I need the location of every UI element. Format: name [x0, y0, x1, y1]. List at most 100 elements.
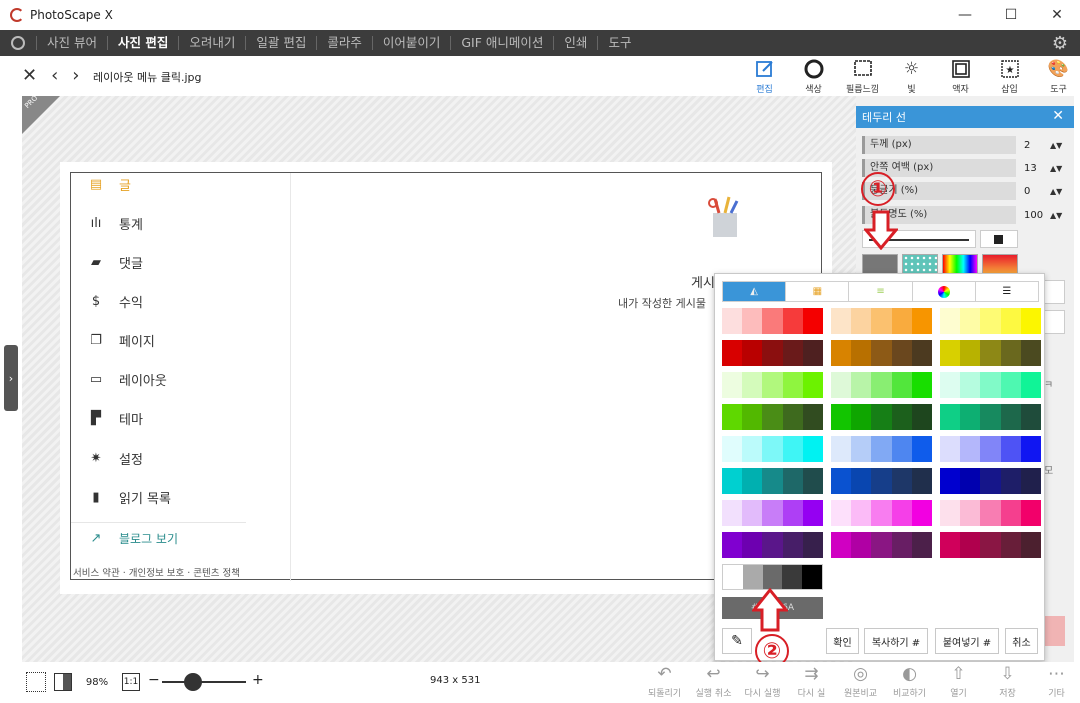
- redo-button[interactable]: ↪ 다시 실행: [738, 664, 787, 699]
- color-swatch[interactable]: [802, 340, 824, 366]
- color-swatch[interactable]: [722, 340, 743, 366]
- thickness-stepper[interactable]: ▲▼: [1050, 141, 1062, 150]
- color-swatch[interactable]: [831, 436, 852, 462]
- color-swatch[interactable]: [871, 340, 892, 366]
- color-swatch[interactable]: [851, 340, 872, 366]
- color-swatch[interactable]: [960, 308, 981, 334]
- color-swatch[interactable]: [1020, 404, 1042, 430]
- close-panel-icon[interactable]: ✕: [1052, 108, 1064, 124]
- color-swatch[interactable]: [782, 404, 803, 430]
- color-swatch[interactable]: [762, 340, 783, 366]
- color-swatch[interactable]: [1020, 532, 1042, 558]
- color-swatch[interactable]: [722, 500, 743, 526]
- close-icon[interactable]: ✕: [22, 66, 37, 86]
- opacity-value[interactable]: 100: [1024, 210, 1046, 221]
- menu-tools[interactable]: 도구: [597, 36, 641, 50]
- ok-button[interactable]: 확인: [826, 628, 859, 654]
- gray-swatch[interactable]: [782, 565, 803, 589]
- color-swatch[interactable]: [960, 500, 981, 526]
- color-swatch[interactable]: [782, 500, 803, 526]
- paste-hex-button[interactable]: 붙여넣기 #: [935, 628, 999, 654]
- tool-edit[interactable]: 편집: [740, 58, 789, 95]
- color-swatch[interactable]: [742, 468, 763, 494]
- color-swatch[interactable]: [762, 372, 783, 398]
- color-swatch[interactable]: [940, 340, 961, 366]
- tool-tools[interactable]: 🎨 도구: [1034, 58, 1080, 95]
- menu-photo-edit[interactable]: 사진 편집: [106, 36, 178, 50]
- color-swatch[interactable]: [802, 372, 824, 398]
- color-swatch[interactable]: [831, 500, 852, 526]
- tab-palette[interactable]: ◭: [723, 282, 787, 301]
- color-swatch[interactable]: [1020, 340, 1042, 366]
- color-swatch[interactable]: [831, 308, 852, 334]
- color-swatch[interactable]: [891, 436, 912, 462]
- compare-original-button[interactable]: ◎ 원본비교: [836, 664, 885, 699]
- color-swatch[interactable]: [802, 404, 824, 430]
- color-swatch[interactable]: [960, 532, 981, 558]
- revert-button[interactable]: ↶ 되돌리기: [640, 664, 689, 699]
- color-swatch[interactable]: [742, 372, 763, 398]
- color-swatch[interactable]: [871, 404, 892, 430]
- color-swatch[interactable]: [831, 532, 852, 558]
- color-swatch[interactable]: [940, 468, 961, 494]
- color-swatch[interactable]: [831, 468, 852, 494]
- color-swatch[interactable]: [940, 500, 961, 526]
- color-swatch[interactable]: [742, 532, 763, 558]
- color-swatch[interactable]: [980, 436, 1001, 462]
- color-swatch[interactable]: [871, 436, 892, 462]
- color-swatch[interactable]: [960, 468, 981, 494]
- color-swatch[interactable]: [911, 308, 933, 334]
- color-swatch[interactable]: [911, 436, 933, 462]
- color-swatch[interactable]: [782, 436, 803, 462]
- thickness-value[interactable]: 2: [1024, 140, 1046, 151]
- color-swatch[interactable]: [782, 468, 803, 494]
- color-swatch[interactable]: [851, 468, 872, 494]
- menu-collage[interactable]: 콜라주: [316, 36, 372, 50]
- color-swatch[interactable]: [911, 500, 933, 526]
- menu-photo-viewer[interactable]: 사진 뷰어: [36, 36, 107, 50]
- color-swatch[interactable]: [871, 500, 892, 526]
- color-swatch[interactable]: [980, 308, 1001, 334]
- copy-hex-button[interactable]: 복사하기 #: [864, 628, 928, 654]
- color-swatch[interactable]: [742, 404, 763, 430]
- tool-light[interactable]: ☼ 빛: [887, 58, 936, 95]
- color-swatch[interactable]: [851, 532, 872, 558]
- color-swatch[interactable]: [782, 372, 803, 398]
- color-swatch[interactable]: [871, 532, 892, 558]
- tool-insert[interactable]: ★ 삽입: [985, 58, 1034, 95]
- close-window-button[interactable]: ✕: [1034, 0, 1080, 30]
- gray-swatch[interactable]: [802, 565, 822, 589]
- menu-cut-out[interactable]: 오려내기: [178, 36, 245, 50]
- color-swatch[interactable]: [742, 340, 763, 366]
- open-button[interactable]: ⇧ 열기: [934, 664, 983, 699]
- color-swatch[interactable]: [722, 372, 743, 398]
- color-swatch[interactable]: [1000, 468, 1021, 494]
- color-swatch[interactable]: [911, 404, 933, 430]
- color-swatch[interactable]: [782, 532, 803, 558]
- menu-batch-edit[interactable]: 일괄 편집: [245, 36, 316, 50]
- save-button[interactable]: ⇩ 저장: [983, 664, 1032, 699]
- tab-gradient[interactable]: ≡: [849, 282, 913, 301]
- menu-gif[interactable]: GIF 애니메이션: [450, 36, 553, 50]
- eyedropper-button[interactable]: ✎: [722, 628, 752, 654]
- color-swatch[interactable]: [851, 404, 872, 430]
- color-swatch[interactable]: [762, 308, 783, 334]
- color-swatch[interactable]: [1000, 500, 1021, 526]
- color-swatch[interactable]: [940, 404, 961, 430]
- color-swatch[interactable]: [722, 404, 743, 430]
- color-swatch[interactable]: [722, 308, 743, 334]
- color-swatch[interactable]: [722, 532, 743, 558]
- color-swatch[interactable]: [960, 372, 981, 398]
- color-swatch[interactable]: [802, 500, 824, 526]
- zoom-in-icon[interactable]: +: [252, 672, 264, 688]
- tab-swatches[interactable]: ▦: [786, 282, 850, 301]
- opacity-stepper[interactable]: ▲▼: [1050, 211, 1062, 220]
- color-swatch[interactable]: [980, 340, 1001, 366]
- color-swatch[interactable]: [1000, 532, 1021, 558]
- color-swatch[interactable]: [940, 308, 961, 334]
- menu-print[interactable]: 인쇄: [553, 36, 597, 50]
- tool-film[interactable]: 필름느낌: [838, 58, 887, 95]
- preset-dots[interactable]: [902, 254, 938, 274]
- color-swatch[interactable]: [722, 468, 743, 494]
- roundness-stepper[interactable]: ▲▼: [1050, 187, 1062, 196]
